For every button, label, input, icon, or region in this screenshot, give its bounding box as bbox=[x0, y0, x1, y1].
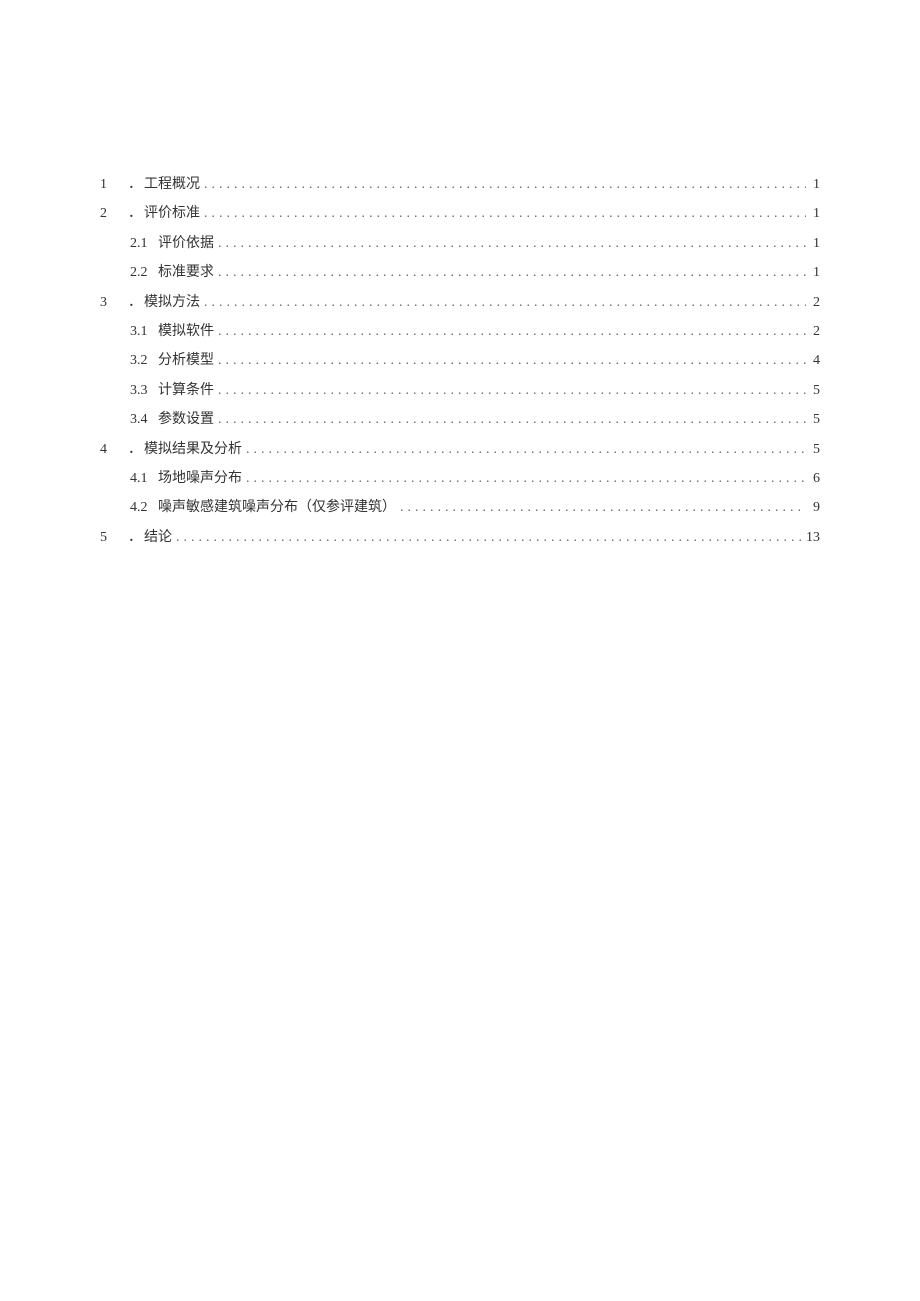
toc-dots bbox=[214, 317, 806, 346]
toc-page: 5 bbox=[806, 376, 820, 405]
toc-title: 标准要求 bbox=[158, 258, 214, 287]
toc-page: 1 bbox=[806, 258, 820, 287]
toc-dots bbox=[214, 346, 806, 375]
toc-dots bbox=[242, 464, 806, 493]
toc-title: 工程概况 bbox=[144, 170, 200, 199]
toc-entry-5: 5 ． 结论 13 bbox=[100, 523, 820, 552]
toc-number: 4.1 bbox=[130, 464, 148, 493]
toc-title: 分析模型 bbox=[158, 346, 214, 375]
toc-page: 1 bbox=[806, 229, 820, 258]
toc-number: 4.2 bbox=[130, 493, 148, 522]
toc-dots bbox=[200, 199, 806, 228]
toc-title: 场地噪声分布 bbox=[158, 464, 242, 493]
toc-entry-3: 3 ． 模拟方法 2 bbox=[100, 288, 820, 317]
table-of-contents: 1 ． 工程概况 1 2 ． 评价标准 1 2.1 评价依据 1 2.2 标准要… bbox=[100, 170, 820, 552]
toc-separator: ． bbox=[128, 199, 142, 228]
toc-separator: ． bbox=[128, 435, 142, 464]
toc-separator: ． bbox=[128, 523, 142, 552]
toc-number: 3.4 bbox=[130, 405, 148, 434]
toc-page: 2 bbox=[806, 317, 820, 346]
toc-title: 计算条件 bbox=[158, 376, 214, 405]
toc-number: 3.2 bbox=[130, 346, 148, 375]
toc-entry-4-2: 4.2 噪声敏感建筑噪声分布（仅参评建筑） 9 bbox=[100, 493, 820, 522]
toc-entry-4: 4 ． 模拟结果及分析 5 bbox=[100, 435, 820, 464]
toc-dots bbox=[200, 288, 806, 317]
toc-entry-2: 2 ． 评价标准 1 bbox=[100, 199, 820, 228]
toc-title: 噪声敏感建筑噪声分布（仅参评建筑） bbox=[158, 493, 396, 522]
toc-page: 4 bbox=[806, 346, 820, 375]
toc-dots bbox=[214, 376, 806, 405]
toc-title: 模拟结果及分析 bbox=[144, 435, 242, 464]
toc-dots bbox=[242, 435, 806, 464]
toc-entry-1: 1 ． 工程概况 1 bbox=[100, 170, 820, 199]
toc-entry-4-1: 4.1 场地噪声分布 6 bbox=[100, 464, 820, 493]
toc-entry-3-2: 3.2 分析模型 4 bbox=[100, 346, 820, 375]
toc-page: 1 bbox=[806, 199, 820, 228]
toc-dots bbox=[214, 229, 806, 258]
toc-separator: ． bbox=[128, 288, 142, 317]
toc-page: 2 bbox=[806, 288, 820, 317]
toc-page: 9 bbox=[806, 493, 820, 522]
toc-page: 6 bbox=[806, 464, 820, 493]
toc-number: 3.3 bbox=[130, 376, 148, 405]
toc-dots bbox=[214, 258, 806, 287]
toc-entry-2-2: 2.2 标准要求 1 bbox=[100, 258, 820, 287]
toc-title: 评价标准 bbox=[144, 199, 200, 228]
toc-title: 模拟软件 bbox=[158, 317, 214, 346]
toc-entry-3-4: 3.4 参数设置 5 bbox=[100, 405, 820, 434]
toc-number: 4 bbox=[100, 435, 128, 464]
toc-separator: ． bbox=[128, 170, 142, 199]
toc-dots bbox=[200, 170, 806, 199]
toc-page: 5 bbox=[806, 435, 820, 464]
toc-number: 5 bbox=[100, 523, 128, 552]
toc-page: 13 bbox=[802, 523, 820, 552]
toc-number: 1 bbox=[100, 170, 128, 199]
toc-entry-3-3: 3.3 计算条件 5 bbox=[100, 376, 820, 405]
toc-entry-2-1: 2.1 评价依据 1 bbox=[100, 229, 820, 258]
toc-title: 参数设置 bbox=[158, 405, 214, 434]
toc-dots bbox=[396, 493, 806, 522]
toc-number: 3.1 bbox=[130, 317, 148, 346]
toc-title: 评价依据 bbox=[158, 229, 214, 258]
toc-title: 模拟方法 bbox=[144, 288, 200, 317]
toc-page: 5 bbox=[806, 405, 820, 434]
toc-dots bbox=[172, 523, 802, 552]
toc-title: 结论 bbox=[144, 523, 172, 552]
toc-dots bbox=[214, 405, 806, 434]
toc-number: 2.2 bbox=[130, 258, 148, 287]
toc-number: 3 bbox=[100, 288, 128, 317]
toc-entry-3-1: 3.1 模拟软件 2 bbox=[100, 317, 820, 346]
toc-page: 1 bbox=[806, 170, 820, 199]
toc-number: 2 bbox=[100, 199, 128, 228]
toc-number: 2.1 bbox=[130, 229, 148, 258]
